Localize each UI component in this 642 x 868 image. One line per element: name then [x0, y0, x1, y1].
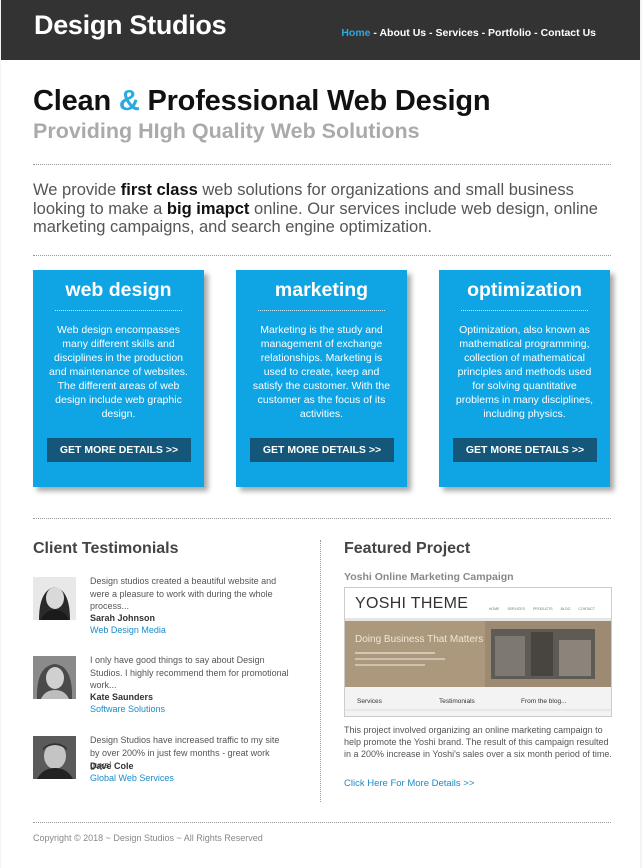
testimonial-item: I only have good things to say about Des… — [33, 655, 293, 716]
testimonial-company-link[interactable]: Global Web Services — [90, 773, 174, 783]
service-title: marketing — [274, 279, 369, 301]
testimonial-item: Design studios created a beautiful websi… — [33, 576, 293, 637]
service-divider — [258, 310, 385, 311]
service-title: optimization — [467, 279, 582, 301]
yoshi-nav-item: BLOG — [560, 607, 571, 611]
yoshi-banner-title: Doing Business That Matters — [355, 634, 484, 645]
yoshi-column-3: From the blog... — [521, 698, 567, 705]
divider — [33, 822, 611, 823]
nav-services[interactable]: Services — [435, 27, 478, 39]
testimonial-author: Sarah Johnson — [90, 613, 156, 623]
column-divider — [320, 540, 321, 802]
service-description: Marketing is the study and management of… — [252, 324, 391, 420]
testimonial-company-link[interactable]: Software Solutions — [90, 704, 165, 714]
avatar — [33, 577, 76, 620]
hero-title-ampersand: & — [118, 85, 140, 117]
yoshi-column-1: Services — [357, 698, 382, 705]
testimonial-item: Design Studios have increased traffic to… — [33, 735, 293, 796]
testimonials-heading: Client Testimonials — [33, 540, 179, 557]
service-title: web design — [65, 279, 172, 301]
intro-bold: first class — [120, 181, 198, 199]
site-logo[interactable]: Design Studios — [34, 10, 227, 41]
service-card-marketing: marketing Marketing is the study and man… — [236, 270, 407, 487]
yoshi-logo: YOSHI THEME — [355, 595, 469, 612]
featured-project-description: This project involved organizing an onli… — [344, 725, 612, 759]
featured-project-name: Yoshi Online Marketing Campaign — [344, 571, 514, 583]
yoshi-nav-item: PRODUCTS — [532, 607, 553, 611]
service-card-web-design: web design Web design encompasses many d… — [33, 270, 204, 487]
nav-about-us[interactable]: About Us — [379, 27, 426, 39]
yoshi-nav: HOME SERVICES PRODUCTS BLOG CONTACT — [481, 607, 595, 611]
service-description: Optimization, also known as mathematical… — [455, 324, 594, 420]
hero-subtitle: Providing HIgh Quality Web Solutions — [33, 119, 420, 143]
avatar — [33, 656, 76, 699]
nav-separator: - — [531, 27, 541, 39]
testimonial-author: Dave Cole — [90, 761, 134, 771]
page: Design Studios Home - About Us - Service… — [1, 0, 640, 868]
intro-text: We provide — [33, 181, 121, 199]
nav-separator: - — [478, 27, 489, 39]
service-divider — [55, 310, 182, 311]
hero-title-part2: Professional Web Design — [139, 85, 491, 117]
featured-heading: Featured Project — [344, 540, 471, 557]
avatar — [33, 736, 76, 779]
hero-title-part1: Clean — [33, 85, 119, 117]
yoshi-nav-item: SERVICES — [507, 607, 525, 611]
testimonial-text: I only have good things to say about Des… — [90, 655, 289, 690]
get-more-details-button[interactable]: GET MORE DETAILS >> — [250, 438, 394, 462]
testimonial-text: Design studios created a beautiful websi… — [90, 576, 277, 611]
featured-more-details-link[interactable]: Click Here For More Details >> — [344, 778, 474, 789]
divider — [33, 518, 611, 519]
yoshi-nav-item: CONTACT — [578, 607, 595, 611]
service-card-optimization: optimization Optimization, also known as… — [439, 270, 610, 487]
get-more-details-button[interactable]: GET MORE DETAILS >> — [453, 438, 597, 462]
main-nav: Home - About Us - Services - Portfolio -… — [341, 27, 596, 39]
service-description: Web design encompasses many different sk… — [49, 324, 188, 420]
intro-paragraph: We provide first class web solutions for… — [33, 181, 613, 237]
footer-copyright: Copyright © 2018 ~ Design Studios ~ All … — [33, 833, 263, 843]
yoshi-nav-item: HOME — [488, 607, 500, 611]
intro-bold: big imapct — [166, 199, 250, 218]
service-divider — [461, 310, 588, 311]
testimonial-company-link[interactable]: Web Design Media — [90, 625, 166, 635]
featured-project-image[interactable]: YOSHI THEME HOME SERVICES PRODUCTS BLOG CONT… — [344, 587, 612, 717]
site-header: Design Studios Home - About Us - Service… — [1, 0, 640, 60]
nav-contact-us[interactable]: Contact Us — [541, 27, 596, 39]
nav-portfolio[interactable]: Portfolio — [488, 27, 531, 39]
hero-title: Clean & Professional Web Design — [33, 85, 491, 118]
divider — [33, 164, 611, 165]
divider — [33, 255, 611, 256]
testimonial-author: Kate Saunders — [90, 692, 154, 702]
get-more-details-button[interactable]: GET MORE DETAILS >> — [47, 438, 191, 462]
yoshi-column-2: Testimonials — [439, 698, 475, 705]
nav-home[interactable]: Home — [341, 27, 370, 39]
